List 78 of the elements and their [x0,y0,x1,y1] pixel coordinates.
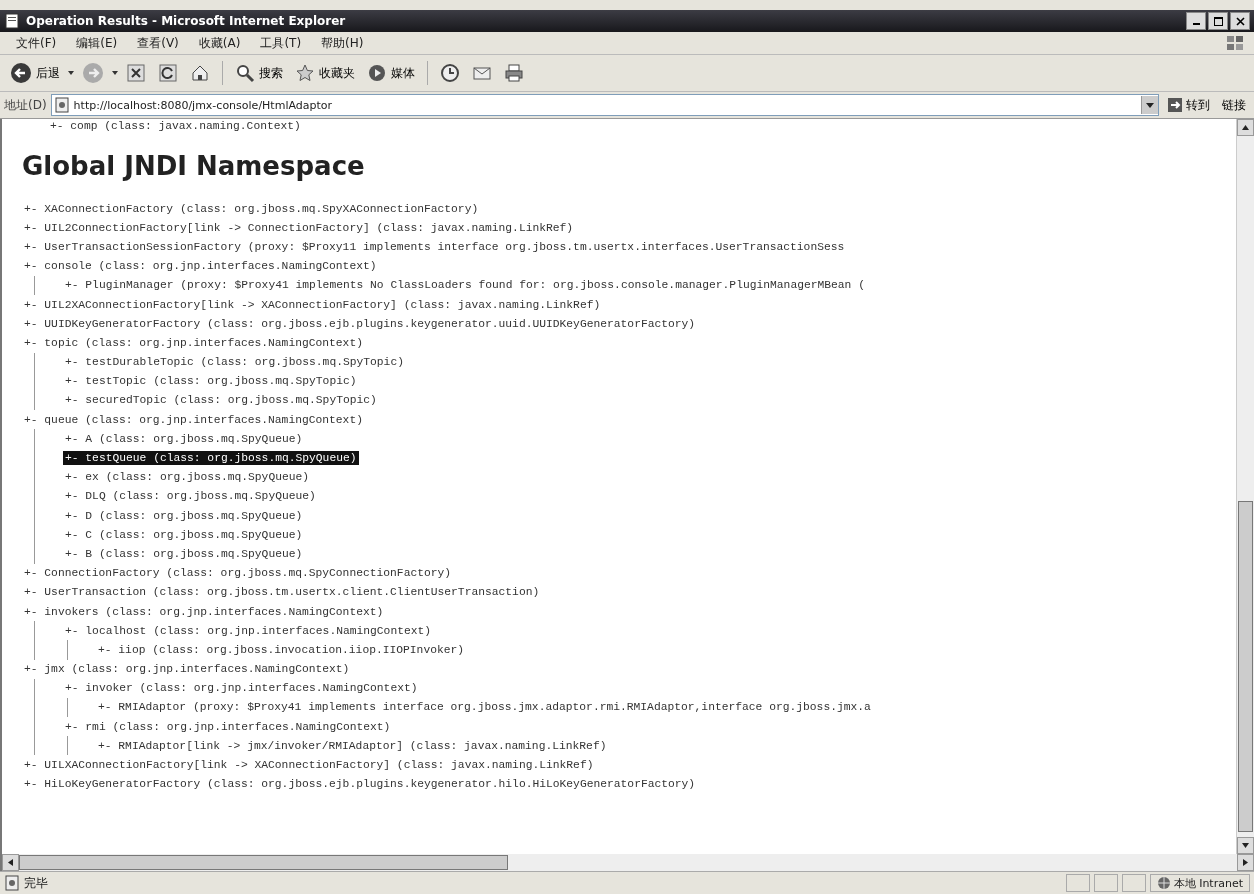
refresh-icon [158,63,178,83]
tree-line[interactable]: +- invokers (class: org.jnp.interfaces.NamingContext) [22,604,386,619]
search-button[interactable]: 搜索 [231,60,287,86]
tree-line[interactable]: +- jmx (class: org.jnp.interfaces.NamingContext) [22,662,352,677]
dropdown-arrow-icon [68,71,74,75]
go-button[interactable]: 转到 [1163,94,1214,116]
horizontal-scrollbar[interactable] [0,854,1254,871]
tree-line[interactable]: +- UILXAConnectionFactory[link -> XAConnectionFactory] (class: javax.naming.LinkRef) [22,758,596,773]
printer-icon [504,63,524,83]
page-heading: Global JNDI Namespace [22,151,366,181]
menu-item[interactable]: 编辑(E) [68,32,126,54]
tree-line[interactable]: +- DLQ (class: org.jboss.mq.SpyQueue) [63,489,318,504]
window-title: Operation Results - Microsoft Internet Explorer [26,14,347,28]
status-pane [1065,874,1090,892]
tree-line[interactable]: +- localhost (class: org.jnp.interfaces.NamingContext) [63,623,434,638]
menu-item[interactable]: 查看(V) [129,32,187,54]
menu-item[interactable]: 工具(T) [252,32,310,54]
tree-line[interactable]: +- UIL2XAConnectionFactory[link -> XAConnectionFactory] (class: javax.naming.LinkRef) [22,297,603,312]
stop-icon [126,63,146,83]
tree-line[interactable]: +- console (class: org.jnp.interfaces.NamingContext) [22,259,379,274]
address-label: 地址(D) [4,96,47,114]
maximize-button[interactable] [1208,12,1228,30]
tree-line[interactable]: +- RMIAdaptor[link -> jmx/invoker/RMIAdaptor] (class: javax.naming.LinkRef) [96,738,609,753]
page-icon [4,13,20,29]
tree-line[interactable]: +- queue (class: org.jnp.interfaces.NamingContext) [22,412,365,427]
close-button[interactable] [1230,12,1250,30]
scrollbar-thumb[interactable] [19,855,509,870]
back-button[interactable]: 后退 [6,59,64,87]
tree-line[interactable]: +- UserTransactionSessionFactory (proxy: $Proxy11 implements interface org.jboss.tm.usertx.interfaces.UserTransactionSess [22,239,847,254]
tree-line[interactable]: +- C (class: org.jboss.mq.SpyQueue) [63,527,305,542]
minimize-icon [1192,23,1200,25]
search-icon [235,63,255,83]
vertical-scrollbar[interactable] [1236,119,1254,854]
tree-line[interactable]: +- rmi (class: org.jnp.interfaces.NamingContext) [63,719,393,734]
page-icon [4,875,20,891]
tree-line[interactable]: +- UIL2ConnectionFactory[link -> ConnectionFactory] (class: javax.naming.LinkRef) [22,220,576,235]
status-pane [1093,874,1118,892]
scroll-down-icon [1237,837,1254,854]
tree-line: +- comp (class: javax.naming.Context) [49,119,302,133]
close-icon [1235,16,1245,26]
status-text: 完毕 [24,874,49,892]
tree-line[interactable]: +- RMIAdaptor (proxy: $Proxy41 implements interface org.jboss.jmx.adaptor.rmi.RMIAdaptor,interface org.jboss.jmx.a [96,700,873,715]
tree-line[interactable]: +- invoker (class: org.jnp.interfaces.NamingContext) [63,681,420,696]
tree-line[interactable]: +- securedTopic (class: org.jboss.mq.SpyTopic) [63,393,379,408]
dropdown-arrow-icon [112,71,118,75]
minimize-button[interactable] [1186,12,1206,30]
star-icon [295,63,315,83]
globe-icon [1156,876,1171,890]
security-zone: 本地 Intranet [1149,874,1250,892]
tree-line[interactable]: +- A (class: org.jboss.mq.SpyQueue) [63,431,305,446]
tree-line[interactable]: +- XAConnectionFactory (class: org.jboss.mq.SpyXAConnectionFactory) [22,201,481,216]
tree-line[interactable]: +- iiop (class: org.jboss.invocation.iiop.IIOPInvoker) [96,642,467,657]
clock-icon [440,63,460,83]
tree-line[interactable]: +- testTopic (class: org.jboss.mq.SpyTopic) [63,374,359,389]
tree-line[interactable]: +- D (class: org.jboss.mq.SpyQueue) [63,508,305,523]
house-icon [190,63,210,83]
scrollbar-thumb[interactable] [1238,500,1253,832]
tree-line[interactable]: +- ex (class: org.jboss.mq.SpyQueue) [63,470,312,485]
maximize-icon [1213,16,1223,26]
tree-line[interactable]: +- topic (class: org.jnp.interfaces.NamingContext) [22,335,365,350]
tree-line[interactable]: +- UUIDKeyGeneratorFactory (class: org.jboss.ejb.plugins.keygenerator.uuid.UUIDKeyGeneratorFactory) [22,316,698,331]
windows-logo-icon [1224,34,1246,52]
address-field[interactable]: http://localhost:8080/jmx-console/HtmlAdaptor [50,94,1159,116]
tree-line[interactable]: +- testDurableTopic (class: org.jboss.mq.SpyTopic) [63,355,406,370]
menu-item[interactable]: 帮助(H) [313,32,372,54]
tree-line[interactable]: +- PluginManager (proxy: $Proxy41 implements No ClassLoaders found for: org.jboss.console.manager.PluginManagerMBean ( [63,278,867,293]
tree-line[interactable]: +- UserTransaction (class: org.jboss.tm.usertx.client.ClientUserTransaction) [22,585,542,600]
menu-item[interactable]: 文件(F) [8,32,65,54]
tree-line[interactable]: +- B (class: org.jboss.mq.SpyQueue) [63,546,305,561]
tree-line[interactable]: +- HiLoKeyGeneratorFactory (class: org.jboss.ejb.plugins.keygenerator.hilo.HiLoKeyGeneratorFactory) [22,777,698,792]
menu-item[interactable]: 收藏(A) [190,32,249,54]
status-pane [1121,874,1146,892]
tree-line[interactable]: +- ConnectionFactory (class: org.jboss.mq.SpyConnectionFactory) [22,566,454,581]
favorites-button[interactable]: 收藏夹 [291,60,359,86]
media-button[interactable]: 媒体 [363,60,419,86]
page-icon [53,97,70,113]
links-button[interactable]: 链接 [1218,94,1250,116]
media-icon [367,63,387,83]
